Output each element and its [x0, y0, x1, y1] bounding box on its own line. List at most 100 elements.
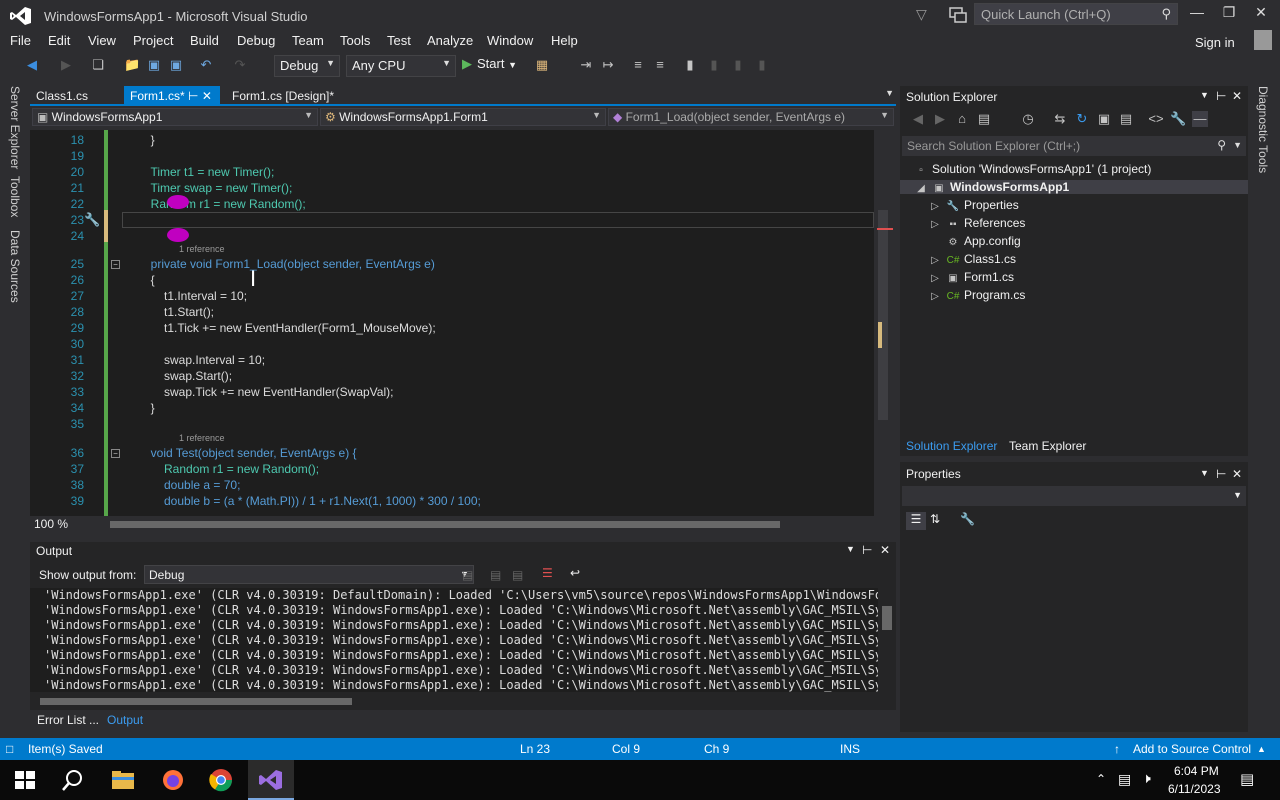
sign-in-link[interactable]: Sign in — [1195, 35, 1235, 50]
codelens-reference-hint[interactable]: 1 reference — [179, 433, 225, 445]
menu-file[interactable]: File — [10, 33, 31, 48]
back-icon[interactable]: ◀ — [910, 111, 926, 127]
menu-analyze[interactable]: Analyze — [427, 33, 473, 48]
sync-icon[interactable]: ⇆ — [1052, 111, 1068, 127]
editor-vertical-scrollbar[interactable] — [874, 130, 896, 516]
alphabetical-icon[interactable]: ⇅ — [930, 512, 940, 526]
platform-select[interactable]: Any CPU ▼ — [346, 55, 456, 77]
close-icon[interactable]: ✕ — [202, 89, 212, 103]
pin-icon[interactable]: ⊢ — [188, 89, 198, 103]
collapse-all-icon[interactable]: ▣ — [1096, 111, 1112, 127]
chevron-up-icon[interactable]: ⌃ — [1096, 772, 1106, 786]
tab-output[interactable]: Output — [107, 713, 143, 727]
forward-icon[interactable]: ▶ — [932, 111, 948, 127]
clear-bookmarks-icon[interactable]: ▮ — [754, 57, 770, 73]
pending-changes-icon[interactable]: ◷ — [1020, 111, 1036, 127]
menu-test[interactable]: Test — [387, 33, 411, 48]
scrollbar-thumb[interactable] — [110, 521, 780, 528]
search-icon[interactable] — [60, 768, 86, 792]
property-pages-wrench-icon[interactable]: 🔧 — [960, 512, 975, 526]
windows-start-icon[interactable] — [12, 768, 38, 792]
scrollbar-thumb[interactable] — [40, 698, 352, 705]
chevron-down-icon[interactable]: ▼ — [1200, 468, 1209, 478]
clock-time[interactable]: 6:04 PM — [1174, 764, 1219, 778]
tab-solution-explorer[interactable]: Solution Explorer — [906, 439, 997, 453]
menu-project[interactable]: Project — [133, 33, 173, 48]
codelens-reference-hint[interactable]: 1 reference — [179, 244, 225, 256]
chevron-down-icon[interactable]: ▼ — [846, 544, 855, 554]
type-select[interactable]: ⚙ WindowsFormsApp1.Form1 ▼ — [320, 108, 606, 126]
feedback-icon[interactable] — [948, 5, 968, 25]
menu-tools[interactable]: Tools — [340, 33, 370, 48]
home-icon[interactable]: ⌂ — [954, 111, 970, 127]
categorized-icon[interactable]: ☰ — [906, 512, 926, 530]
navigate-forward-icon[interactable]: ▶ — [58, 57, 74, 73]
menu-build[interactable]: Build — [190, 33, 219, 48]
menu-edit[interactable]: Edit — [48, 33, 70, 48]
go-to-previous-icon[interactable]: ▤ — [490, 568, 501, 582]
quick-launch-input[interactable]: Quick Launch (Ctrl+Q) ⚲ — [974, 3, 1178, 25]
diagnostic-tools-tab[interactable]: Diagnostic Tools — [1256, 86, 1270, 173]
tree-program[interactable]: ▷ C# Program.cs — [928, 288, 1025, 302]
project-select[interactable]: ▣ WindowsFormsApp1 ▼ — [32, 108, 318, 126]
chevron-up-icon[interactable]: ▲ — [1257, 744, 1266, 754]
pin-icon[interactable]: ⊢ — [1216, 467, 1226, 481]
tree-project[interactable]: ◢ ▣ WindowsFormsApp1 — [900, 180, 1248, 194]
network-icon[interactable]: ▤ — [1118, 771, 1131, 788]
file-explorer-icon[interactable] — [110, 768, 136, 792]
tab-team-explorer[interactable]: Team Explorer — [1009, 439, 1086, 453]
preview-selected-icon[interactable]: — — [1192, 111, 1208, 127]
tree-references[interactable]: ▷ ▪▪ References — [928, 216, 1025, 230]
next-bookmark-icon[interactable]: ▮ — [730, 57, 746, 73]
tab-list-chevron-down-icon[interactable]: ▼ — [885, 88, 894, 98]
properties-wrench-icon[interactable]: 🔧 — [1170, 111, 1186, 127]
account-icon[interactable] — [1254, 30, 1272, 50]
tab-form1-design[interactable]: Form1.cs [Design]* — [226, 86, 366, 106]
tab-class1[interactable]: Class1.cs — [30, 86, 122, 106]
show-all-files-icon[interactable]: ▤ — [1118, 111, 1134, 127]
tree-form1[interactable]: ▷ ▣ Form1.cs — [928, 270, 1014, 284]
volume-muted-icon[interactable]: 🕨 — [1142, 770, 1151, 787]
scrollbar-thumb[interactable] — [882, 606, 892, 630]
menu-debug[interactable]: Debug — [237, 33, 275, 48]
prev-bookmark-icon[interactable]: ▮ — [706, 57, 722, 73]
notifications-icon[interactable]: ▤ — [1240, 770, 1254, 788]
output-vertical-scrollbar[interactable] — [878, 588, 896, 692]
bookmark-icon[interactable]: ▮ — [682, 57, 698, 73]
clock-date[interactable]: 6/11/2023 — [1168, 782, 1221, 796]
minimize-button[interactable]: — — [1182, 4, 1212, 26]
step-over-icon[interactable]: ↦ — [600, 57, 616, 73]
output-horizontal-scrollbar[interactable] — [30, 694, 878, 708]
undo-icon[interactable]: ↶ — [198, 57, 214, 73]
toolbox-tab[interactable]: Toolbox — [8, 176, 22, 217]
refresh-icon[interactable]: ↻ — [1074, 111, 1090, 127]
chrome-icon[interactable] — [208, 768, 234, 792]
scrollbar-thumb[interactable] — [878, 210, 888, 420]
pin-icon[interactable]: ⊢ — [862, 543, 872, 557]
tree-properties[interactable]: ▷ 🔧 Properties — [928, 198, 1019, 212]
open-file-icon[interactable]: 📁 — [124, 57, 140, 73]
uncomment-icon[interactable]: ≡ — [652, 57, 668, 73]
code-editor[interactable]: 🔧 18 } 19 20 Timer t1 = new Timer(); 21 … — [30, 130, 896, 516]
clear-all-icon[interactable]: ☰ — [542, 566, 553, 580]
pin-icon[interactable]: ⊢ — [1216, 89, 1226, 103]
save-icon[interactable]: ▣ — [146, 57, 162, 73]
solution-search-input[interactable]: Search Solution Explorer (Ctrl+;) ⚲ ▼ — [902, 136, 1246, 156]
add-to-source-control-button[interactable]: Add to Source Control — [1133, 742, 1251, 756]
editor-horizontal-scrollbar[interactable]: 100 % — [30, 516, 896, 532]
menu-window[interactable]: Window — [487, 33, 533, 48]
filter-icon[interactable]: ▽ — [916, 6, 936, 24]
firefox-icon[interactable] — [160, 768, 186, 792]
navigate-back-icon[interactable]: ◀ — [24, 57, 40, 73]
browser-link-icon[interactable]: ▦ — [534, 57, 550, 73]
new-project-icon[interactable]: ❏ — [90, 57, 106, 73]
redo-icon[interactable]: ↷ — [232, 57, 248, 73]
close-button[interactable]: ✕ — [1246, 4, 1276, 26]
tree-class1[interactable]: ▷ C# Class1.cs — [928, 252, 1016, 266]
close-icon[interactable]: ✕ — [1232, 467, 1242, 481]
find-message-icon[interactable]: ▤ — [462, 568, 473, 582]
maximize-button[interactable]: ❐ — [1214, 4, 1244, 26]
solution-config-select[interactable]: Debug ▼ — [274, 55, 340, 77]
tab-error-list[interactable]: Error List ... — [37, 713, 99, 727]
comment-out-icon[interactable]: ≡ — [630, 57, 646, 73]
